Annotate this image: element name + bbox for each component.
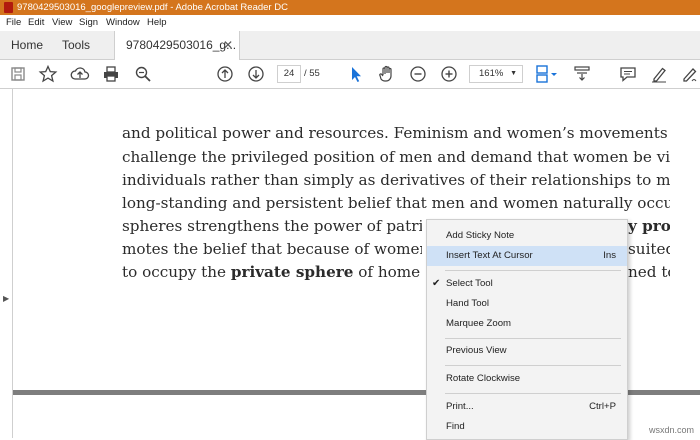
menu-edit[interactable]: Edit (28, 15, 44, 31)
page-number-input[interactable]: 24 (277, 65, 301, 83)
menu-item-label: Previous View (446, 345, 507, 356)
menu-separator (445, 393, 621, 394)
page-total: / 55 (304, 68, 320, 79)
tab-tools[interactable]: Tools (62, 31, 90, 59)
text-line-4: long-standing and persistent belief that… (122, 194, 670, 212)
menu-item-label: Add Sticky Note (446, 230, 515, 241)
window-title: 9780429503016_googlepreview.pdf - Adobe … (17, 2, 288, 13)
save-icon[interactable] (8, 64, 28, 84)
expand-panel-icon[interactable]: ▶ (3, 294, 9, 303)
zoom-in-icon[interactable] (439, 64, 459, 84)
context-menu: Add Sticky Note Insert Text At Cursor In… (426, 219, 628, 440)
tab-document-label: 9780429503016_g... (126, 38, 237, 52)
menu-help[interactable]: Help (147, 15, 167, 31)
menu-item-hand-tool[interactable]: Hand Tool (427, 294, 627, 314)
text-line-7: to occupy the private sphere of home and… (122, 261, 422, 283)
checkmark-icon: ✔ (432, 278, 441, 289)
text-line-7-pre: to occupy the (122, 263, 231, 281)
text-line-3: individuals rather than simply as deriva… (122, 171, 670, 189)
bookmark-star-icon[interactable] (38, 64, 58, 84)
menu-item-find[interactable]: Find (427, 417, 627, 437)
tab-bar: Home Tools 9780429503016_g... ✕ (0, 31, 700, 60)
highlight-pen-icon[interactable] (649, 64, 669, 84)
zoom-search-icon[interactable] (133, 64, 153, 84)
menu-file[interactable]: File (6, 15, 21, 31)
menu-item-label: Find (446, 421, 465, 432)
text-line-5-end-text: y pro- (628, 217, 670, 235)
menu-item-select-tool[interactable]: ✔ Select Tool (427, 274, 627, 294)
tab-home[interactable]: Home (11, 31, 43, 59)
menu-item-label: Marquee Zoom (446, 318, 512, 329)
title-bar: 9780429503016_googlepreview.pdf - Adobe … (0, 0, 700, 15)
text-line-2: challenge the privileged position of men… (122, 148, 670, 166)
text-line-7-post: of home and f (358, 263, 422, 281)
menu-item-shortcut: Ins (603, 250, 616, 261)
scroll-mode-icon[interactable] (572, 64, 592, 84)
zoom-level-select[interactable]: 161% ▼ (469, 65, 523, 83)
menu-item-print[interactable]: Print... Ctrl+P (427, 397, 627, 417)
close-tab-icon[interactable]: ✕ (223, 31, 233, 59)
menu-separator (445, 270, 621, 271)
menu-item-label: Rotate Clockwise (446, 373, 521, 384)
menu-bar: File Edit View Sign Window Help (0, 15, 700, 31)
menu-separator (445, 338, 621, 339)
menu-item-marquee-zoom[interactable]: Marquee Zoom (427, 314, 627, 334)
text-line-7-end: ned to (628, 263, 670, 281)
menu-item-label: Print... (446, 401, 474, 412)
text-line-1: and political power and resources. Femin… (122, 124, 670, 142)
tab-document[interactable]: 9780429503016_g... ✕ (114, 31, 240, 60)
select-cursor-icon[interactable] (346, 64, 366, 84)
text-line-5: spheres strengthens the power of patriar… (122, 217, 422, 235)
comment-icon[interactable] (618, 64, 638, 84)
text-line-6: motes the belief that because of women’s… (122, 240, 422, 258)
chevron-down-icon: ▼ (510, 70, 517, 77)
cloud-upload-icon[interactable] (70, 64, 90, 84)
menu-sign[interactable]: Sign (79, 15, 98, 31)
menu-view[interactable]: View (52, 15, 72, 31)
menu-separator (445, 365, 621, 366)
zoom-level-value: 161% (479, 68, 504, 79)
menu-item-previous-view[interactable]: Previous View (427, 341, 627, 361)
zoom-out-icon[interactable] (408, 64, 428, 84)
acrobat-app-icon (4, 2, 13, 13)
text-private-sphere: private sphere (230, 263, 354, 281)
next-page-icon[interactable] (246, 64, 266, 84)
text-line-6-end: suited (628, 240, 670, 258)
menu-item-label: Select Tool (446, 278, 493, 289)
text-line-5-end: y pro- (628, 215, 670, 237)
hand-tool-icon[interactable] (377, 64, 397, 84)
left-panel-collapsed[interactable]: ▶ (0, 89, 13, 438)
menu-item-insert-text-at-cursor[interactable]: Insert Text At Cursor Ins (427, 246, 627, 266)
menu-item-label: Insert Text At Cursor (446, 250, 533, 261)
watermark: wsxdn.com (648, 425, 694, 435)
toolbar: 24 / 55 161% ▼ (0, 60, 700, 89)
sign-icon[interactable] (680, 64, 700, 84)
page-layout-icon[interactable] (534, 64, 560, 84)
menu-item-add-sticky-note[interactable]: Add Sticky Note (427, 226, 627, 246)
menu-item-rotate-clockwise[interactable]: Rotate Clockwise (427, 369, 627, 389)
menu-window[interactable]: Window (106, 15, 140, 31)
previous-page-icon[interactable] (215, 64, 235, 84)
menu-item-shortcut: Ctrl+P (589, 401, 616, 412)
print-icon[interactable] (101, 64, 121, 84)
menu-item-label: Hand Tool (446, 298, 490, 309)
